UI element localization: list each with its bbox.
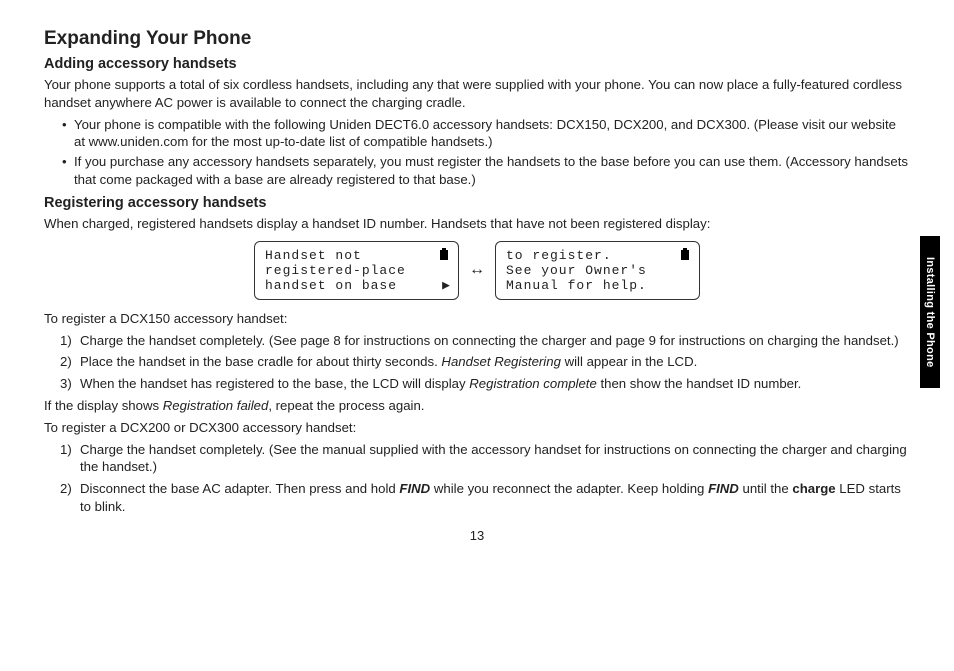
text: then show the handset ID number. xyxy=(597,376,802,391)
lcd-row: Handset not registered-place handset on … xyxy=(44,241,910,300)
bold-italic-text: FIND xyxy=(708,481,739,496)
dcx150-steps: Charge the handset completely. (See page… xyxy=(44,332,910,393)
text: , repeat the process again. xyxy=(268,398,424,413)
bold-italic-text: FIND xyxy=(399,481,430,496)
double-arrow-icon: ↔ xyxy=(469,261,485,279)
lcd-line: Handset not xyxy=(265,248,448,263)
list-item: Place the handset in the base cradle for… xyxy=(80,353,910,371)
italic-text: Registration complete xyxy=(469,376,597,391)
registration-failed-note: If the display shows Registration failed… xyxy=(44,397,910,415)
text: while you reconnect the adapter. Keep ho… xyxy=(430,481,708,496)
bold-text: charge xyxy=(792,481,835,496)
dcx200-lead: To register a DCX200 or DCX300 accessory… xyxy=(44,419,910,437)
page-number: 13 xyxy=(44,528,910,543)
lcd-line: Manual for help. xyxy=(506,278,689,293)
list-item: Disconnect the base AC adapter. Then pre… xyxy=(80,480,910,516)
dcx150-lead: To register a DCX150 accessory handset: xyxy=(44,310,910,328)
italic-text: Registration failed xyxy=(163,398,269,413)
list-item: Charge the handset completely. (See the … xyxy=(80,441,910,477)
text: Place the handset in the base cradle for… xyxy=(80,354,441,369)
lcd-line: handset on base xyxy=(265,278,448,293)
battery-icon xyxy=(679,248,691,260)
lcd-line: to register. xyxy=(506,248,689,263)
italic-text: Handset Registering xyxy=(441,354,561,369)
lcd-right: to register. See your Owner's Manual for… xyxy=(495,241,700,300)
text: When the handset has registered to the b… xyxy=(80,376,469,391)
registering-heading: Registering accessory handsets xyxy=(44,195,910,211)
adding-heading: Adding accessory handsets xyxy=(44,56,910,72)
registering-intro: When charged, registered handsets displa… xyxy=(44,215,910,233)
adding-bullets: Your phone is compatible with the follow… xyxy=(44,116,910,189)
lcd-line: See your Owner's xyxy=(506,263,689,278)
adding-intro: Your phone supports a total of six cordl… xyxy=(44,76,910,112)
lcd-line: registered-place xyxy=(265,263,448,278)
text: Disconnect the base AC adapter. Then pre… xyxy=(80,481,399,496)
manual-page: Expanding Your Phone Adding accessory ha… xyxy=(0,0,954,671)
lcd-left: Handset not registered-place handset on … xyxy=(254,241,459,300)
text: will appear in the LCD. xyxy=(561,354,697,369)
dcx200-steps: Charge the handset completely. (See the … xyxy=(44,441,910,516)
page-title: Expanding Your Phone xyxy=(44,28,910,50)
battery-icon xyxy=(438,248,450,260)
list-item: Your phone is compatible with the follow… xyxy=(74,116,910,152)
section-tab: Installing the Phone xyxy=(920,236,940,388)
list-item: If you purchase any accessory handsets s… xyxy=(74,153,910,189)
text: If the display shows xyxy=(44,398,163,413)
text: until the xyxy=(739,481,793,496)
list-item: Charge the handset completely. (See page… xyxy=(80,332,910,350)
triangle-right-icon: ▶ xyxy=(442,278,450,293)
list-item: When the handset has registered to the b… xyxy=(80,375,910,393)
